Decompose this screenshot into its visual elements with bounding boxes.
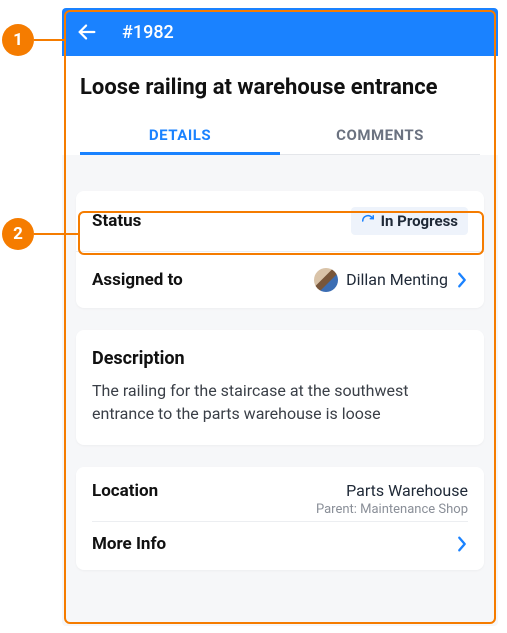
- app-frame: #1982 Loose railing at warehouse entranc…: [62, 8, 498, 626]
- description-label: Description: [92, 348, 468, 369]
- page-title: Loose railing at warehouse entrance: [80, 74, 480, 102]
- chevron-right-icon: [456, 535, 468, 553]
- description-card: Description The railing for the staircas…: [76, 330, 484, 445]
- refresh-icon: [361, 214, 375, 228]
- description-body: The railing for the staircase at the sou…: [92, 379, 468, 425]
- arrow-left-icon: [76, 21, 98, 43]
- more-info-row[interactable]: More Info: [92, 521, 468, 554]
- status-row[interactable]: Status In Progress: [76, 191, 484, 251]
- location-value-group: Parts Warehouse Parent: Maintenance Shop: [316, 481, 468, 517]
- back-button[interactable]: [76, 21, 98, 43]
- callout-badge-1: 1: [2, 24, 34, 56]
- chevron-right-icon: [456, 271, 468, 289]
- top-bar: #1982: [62, 8, 498, 56]
- title-block: Loose railing at warehouse entrance DETA…: [62, 56, 498, 155]
- location-row[interactable]: Location Parts Warehouse Parent: Mainten…: [92, 481, 468, 517]
- assigned-label: Assigned to: [92, 270, 183, 290]
- status-label: Status: [92, 211, 141, 231]
- assigned-value-group: Dillan Menting: [314, 268, 468, 292]
- status-chip[interactable]: In Progress: [351, 207, 468, 235]
- tab-details[interactable]: DETAILS: [80, 114, 280, 154]
- avatar: [314, 268, 338, 292]
- callout-line-2: [34, 233, 78, 235]
- callout-badge-2: 2: [2, 218, 34, 250]
- location-card: Location Parts Warehouse Parent: Mainten…: [76, 467, 484, 570]
- assigned-row[interactable]: Assigned to Dillan Menting: [76, 251, 484, 308]
- location-name: Parts Warehouse: [316, 481, 468, 500]
- status-value: In Progress: [381, 212, 458, 230]
- status-assigned-card: Status In Progress Assigned to Dillan Me…: [76, 191, 484, 308]
- work-order-id: #1982: [122, 22, 174, 43]
- location-parent: Parent: Maintenance Shop: [316, 502, 468, 517]
- tabs: DETAILS COMMENTS: [80, 114, 480, 155]
- content-area: Status In Progress Assigned to Dillan Me…: [62, 155, 498, 606]
- assigned-name: Dillan Menting: [346, 270, 448, 289]
- more-info-label: More Info: [92, 534, 166, 554]
- location-label: Location: [92, 481, 158, 501]
- callout-line-1: [34, 39, 64, 41]
- tab-comments[interactable]: COMMENTS: [280, 114, 480, 154]
